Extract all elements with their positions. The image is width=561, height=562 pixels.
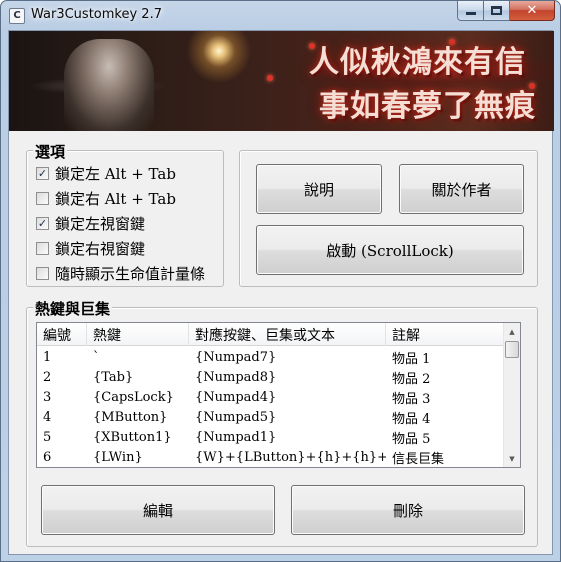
cell-number: 3 (43, 389, 52, 405)
scroll-up-arrow-icon[interactable]: ▲ (504, 323, 520, 340)
cell-mapping: {Numpad8} (195, 369, 277, 385)
checkbox[interactable] (36, 191, 49, 205)
cell-note: 物品 1 (392, 351, 431, 367)
checkbox[interactable] (36, 241, 49, 255)
hotkey-list[interactable]: 編號 熱鍵 對應按鍵、巨集或文本 註解 1 ` {Numpad7} 物品 1 2… (36, 322, 521, 468)
delete-button[interactable]: 刪除 (291, 485, 525, 535)
banner-poem-line-1: 人似秋鴻來有信 (309, 45, 526, 80)
column-header-note[interactable]: 註解 (386, 323, 504, 346)
hotkeys-group: 熱鍵與巨集 編號 熱鍵 對應按鍵、巨集或文本 註解 1 ` {Numpad7} … (26, 298, 538, 547)
table-row[interactable]: 6 {LWin} {W}+{LButton}+{h}+{h}+{h... 信長巨… (37, 447, 504, 467)
cell-number: 1 (43, 349, 52, 365)
start-scrolllock-button[interactable]: 啟動 (ScrollLock) (256, 225, 524, 275)
scroll-down-arrow-icon[interactable]: ▼ (504, 450, 520, 467)
option-label: 隨時顯示生命值計量條 (55, 264, 206, 283)
cell-hotkey: {Tab} (93, 369, 134, 385)
cell-note: 物品 4 (392, 411, 431, 427)
close-icon: ✕ (526, 3, 538, 18)
table-row[interactable]: 2 {Tab} {Numpad8} 物品 2 (37, 367, 504, 387)
cell-note: 物品 5 (392, 431, 431, 447)
window-title: War3Customkey 2.7 (31, 7, 162, 22)
table-row[interactable]: 1 ` {Numpad7} 物品 1 (37, 347, 504, 367)
cell-mapping: {Numpad7} (195, 349, 277, 365)
maximize-icon (491, 6, 502, 15)
cell-mapping: {W}+{LButton}+{h}+{h}+{h... (195, 449, 386, 465)
client-area: 人似秋鴻來有信 事如春夢了無痕 選項 ✓ 鎖定左 Alt + Tab 鎖定右 A… (8, 30, 554, 555)
option-label: 鎖定左視窗鍵 (55, 214, 146, 233)
option-label: 鎖定左 Alt + Tab (55, 164, 176, 183)
table-row[interactable]: 4 {MButton} {Numpad5} 物品 4 (37, 407, 504, 427)
cell-hotkey: {XButton1} (93, 429, 172, 445)
checkbox[interactable]: ✓ (36, 166, 49, 180)
actions-group: 說明 關於作者 啟動 (ScrollLock) (239, 150, 538, 287)
cell-mapping: {Numpad4} (195, 389, 277, 405)
cell-note: 信長巨集 (392, 451, 445, 467)
scroll-thumb[interactable] (505, 341, 519, 358)
options-group: 選項 ✓ 鎖定左 Alt + Tab 鎖定右 Alt + Tab ✓ 鎖定左視窗… (26, 141, 224, 287)
help-button[interactable]: 說明 (256, 164, 382, 214)
banner-poem-line-2: 事如春夢了無痕 (319, 89, 536, 124)
option-show-health-bars[interactable]: 隨時顯示生命值計量條 (36, 263, 205, 283)
option-lock-right-win-key[interactable]: 鎖定右視窗鍵 (36, 238, 145, 258)
minimize-icon (465, 12, 476, 15)
option-lock-left-alt-tab[interactable]: ✓ 鎖定左 Alt + Tab (36, 163, 176, 183)
cell-number: 5 (43, 429, 52, 445)
cell-number: 4 (43, 409, 52, 425)
list-header: 編號 熱鍵 對應按鍵、巨集或文本 註解 (37, 323, 504, 346)
options-group-title: 選項 (33, 141, 68, 162)
column-header-number[interactable]: 編號 (37, 323, 87, 346)
cell-hotkey: {CapsLock} (93, 389, 174, 405)
maximize-button[interactable] (484, 1, 510, 21)
table-row[interactable]: 3 {CapsLock} {Numpad4} 物品 3 (37, 387, 504, 407)
cell-mapping: {Numpad5} (195, 409, 277, 425)
column-header-hotkey[interactable]: 熱鍵 (87, 323, 189, 346)
cell-note: 物品 3 (392, 391, 431, 407)
vertical-scrollbar[interactable]: ▲ ▼ (503, 323, 520, 467)
window-controls: ✕ (457, 1, 555, 21)
app-window: C War3Customkey 2.7 ✕ 人似秋鴻來有信 事如春夢了無痕 選項… (0, 0, 561, 562)
banner-figure (64, 39, 154, 131)
cell-hotkey: {MButton} (93, 409, 168, 425)
minimize-button[interactable] (457, 1, 484, 21)
table-row[interactable]: 5 {XButton1} {Numpad1} 物品 5 (37, 427, 504, 447)
cell-hotkey: ` (93, 349, 100, 365)
title-bar[interactable]: C War3Customkey 2.7 ✕ (1, 1, 560, 31)
cell-number: 2 (43, 369, 52, 385)
option-lock-right-alt-tab[interactable]: 鎖定右 Alt + Tab (36, 188, 176, 208)
hotkeys-group-title: 熱鍵與巨集 (33, 298, 113, 319)
checkbox[interactable]: ✓ (36, 216, 49, 230)
cell-note: 物品 2 (392, 371, 431, 387)
cell-number: 6 (43, 449, 52, 465)
petal-decoration (267, 75, 273, 81)
banner-image: 人似秋鴻來有信 事如春夢了無痕 (9, 31, 554, 131)
app-icon[interactable]: C (9, 8, 25, 24)
about-author-button[interactable]: 關於作者 (399, 164, 524, 214)
close-button[interactable]: ✕ (510, 1, 555, 21)
option-label: 鎖定右視窗鍵 (55, 239, 146, 258)
cell-mapping: {Numpad1} (195, 429, 277, 445)
option-label: 鎖定右 Alt + Tab (55, 189, 176, 208)
checkbox[interactable] (36, 266, 49, 280)
option-lock-left-win-key[interactable]: ✓ 鎖定左視窗鍵 (36, 213, 145, 233)
column-header-mapping[interactable]: 對應按鍵、巨集或文本 (189, 323, 386, 346)
cell-hotkey: {LWin} (93, 449, 143, 465)
edit-button[interactable]: 編輯 (41, 485, 275, 535)
